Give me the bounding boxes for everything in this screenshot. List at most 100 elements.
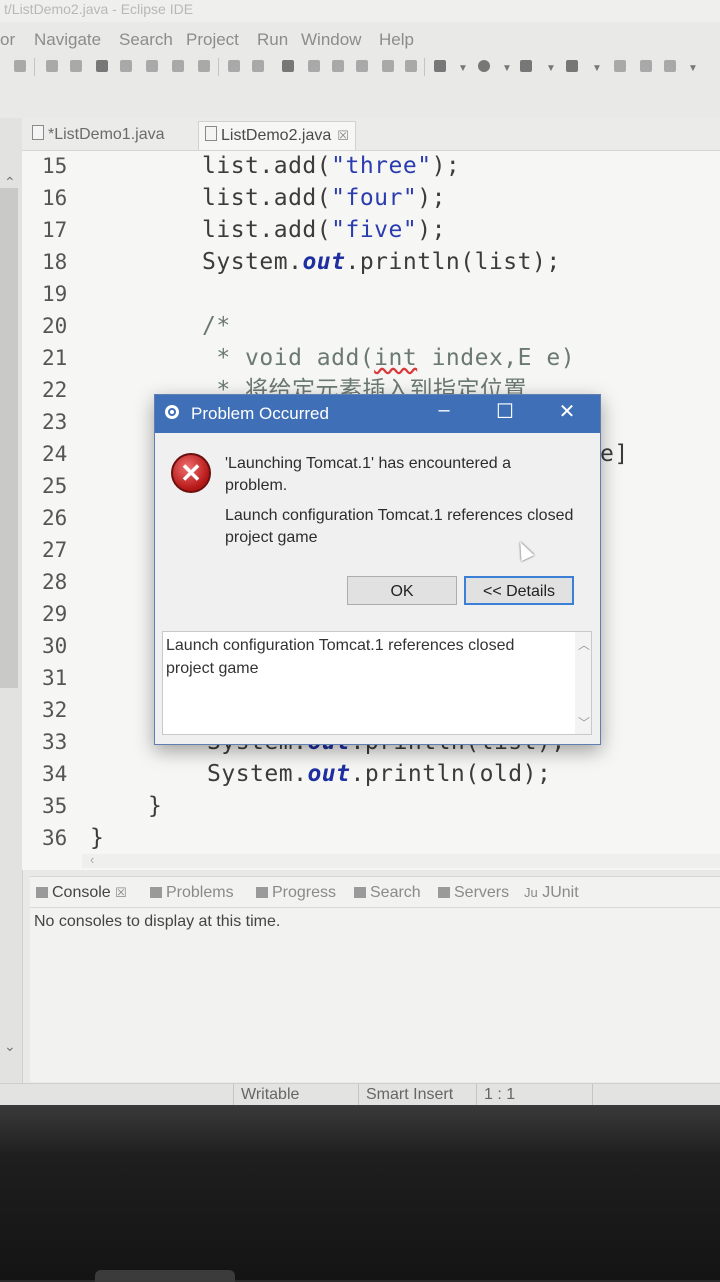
code-token: "five" <box>331 217 418 243</box>
toolbar-tool-icon[interactable] <box>252 60 264 72</box>
code-line[interactable]: * void add(int index,E e) <box>202 345 575 371</box>
dropdown-arrow-icon[interactable]: ▼ <box>502 63 512 74</box>
horizontal-scrollbar[interactable]: ‹ <box>82 852 720 868</box>
search-icon <box>354 887 366 898</box>
toolbar-tool-icon[interactable] <box>382 60 394 72</box>
toolbar-tool-icon[interactable] <box>198 60 210 72</box>
details-text: Launch configuration Tomcat.1 references… <box>166 637 515 677</box>
code-token: System. <box>202 249 303 275</box>
dropdown-arrow-icon[interactable]: ▼ <box>546 63 556 74</box>
details-text-area[interactable]: Launch configuration Tomcat.1 references… <box>162 631 592 735</box>
external-tools-icon[interactable] <box>520 60 532 72</box>
menu-search[interactable]: Search <box>119 30 173 50</box>
dialog-title-bar[interactable]: Problem Occurred – ☐ ✕ <box>155 395 600 433</box>
toolbar-tool-icon[interactable] <box>228 60 240 72</box>
toolbar-tool-icon[interactable] <box>282 60 294 72</box>
tab-listdemo2[interactable]: ListDemo2.java ☒ <box>198 121 356 150</box>
code-token: list.add( <box>202 217 332 243</box>
ok-button[interactable]: OK <box>347 576 457 605</box>
code-line[interactable]: } <box>148 793 162 819</box>
code-token: ); <box>431 153 461 179</box>
toolbar-separator <box>424 58 425 76</box>
tab-listdemo1[interactable]: *ListDemo1.java <box>32 121 165 149</box>
menu-navigate[interactable]: Navigate <box>34 30 101 50</box>
toolbar-tool-icon[interactable] <box>46 60 58 72</box>
progress-icon <box>256 887 268 898</box>
code-line[interactable]: System.out.println(list); <box>202 249 561 275</box>
tab-label: Console <box>52 884 111 901</box>
toolbar-tool-icon[interactable] <box>146 60 158 72</box>
close-icon[interactable]: ✕ <box>553 399 581 424</box>
new-server-icon[interactable] <box>566 60 578 72</box>
line-number: 31 <box>42 666 68 690</box>
tab-servers[interactable]: Servers <box>438 884 509 902</box>
toolbar-tool-icon[interactable] <box>172 60 184 72</box>
minimized-view-bar[interactable] <box>0 188 18 688</box>
menu-window[interactable]: Window <box>301 30 361 50</box>
toolbar-tool-icon[interactable] <box>308 60 320 72</box>
code-line[interactable]: /* <box>202 313 231 339</box>
toolbar-tool-icon[interactable] <box>120 60 132 72</box>
line-number: 33 <box>42 730 68 754</box>
line-number: 23 <box>42 410 68 434</box>
status-insert-mode: Smart Insert <box>366 1086 454 1103</box>
line-number: 17 <box>42 218 68 242</box>
close-icon[interactable]: ☒ <box>115 885 127 900</box>
details-button[interactable]: << Details <box>464 576 574 605</box>
line-number: 25 <box>42 474 68 498</box>
toolbar-tool-icon[interactable] <box>70 60 82 72</box>
code-line[interactable]: list.add("four"); <box>202 185 446 211</box>
tab-label: Search <box>370 884 421 901</box>
code-line-fragment: e] <box>600 441 629 467</box>
status-bar: Writable Smart Insert 1 : 1 <box>0 1083 720 1105</box>
tab-console[interactable]: Console ☒ <box>36 884 127 902</box>
tab-junit[interactable]: Ju JUnit <box>524 884 579 902</box>
minimize-icon[interactable]: – <box>430 399 458 422</box>
run-icon[interactable] <box>478 60 490 72</box>
details-scrollbar[interactable]: ︿ ﹀ <box>575 632 591 734</box>
bezel-edge <box>95 1270 235 1282</box>
line-number: 20 <box>42 314 68 338</box>
toolbar-tool-icon[interactable] <box>664 60 676 72</box>
maximize-icon[interactable]: ☐ <box>491 399 519 424</box>
toolbar-tool-icon[interactable] <box>14 60 26 72</box>
status-cursor-position: 1 : 1 <box>484 1086 516 1103</box>
toolbar-tool-icon[interactable] <box>640 60 652 72</box>
line-number: 16 <box>42 186 68 210</box>
line-number: 24 <box>42 442 68 466</box>
code-token: out <box>302 249 346 275</box>
toolbar-tool-icon[interactable] <box>614 60 626 72</box>
toolbar-tool-icon[interactable] <box>405 60 417 72</box>
code-line[interactable]: list.add("five"); <box>202 217 446 243</box>
close-icon[interactable]: ☒ <box>337 128 349 143</box>
dropdown-arrow-icon[interactable]: ▼ <box>458 63 468 74</box>
tab-problems[interactable]: Problems <box>150 884 234 902</box>
tab-progress[interactable]: Progress <box>256 884 336 902</box>
tab-search[interactable]: Search <box>354 884 421 902</box>
line-number: 28 <box>42 570 68 594</box>
toolbar: ▼ ▼ ▼ ▼ ▼ <box>0 54 720 80</box>
dropdown-arrow-icon[interactable]: ▼ <box>592 63 602 74</box>
dropdown-arrow-icon[interactable]: ▼ <box>688 63 698 74</box>
toolbar-tool-icon[interactable] <box>96 60 108 72</box>
menu-project[interactable]: Project <box>186 30 239 50</box>
menu-help[interactable]: Help <box>379 30 414 50</box>
code-line[interactable]: list.add("three"); <box>202 153 460 179</box>
menu-item[interactable]: or <box>0 30 15 50</box>
code-line[interactable]: System.out.println(old); <box>207 761 551 787</box>
chevron-left-icon[interactable]: ‹ <box>90 852 94 867</box>
debug-icon[interactable] <box>434 60 446 72</box>
code-line[interactable]: } <box>90 825 104 851</box>
chevron-up-icon[interactable]: ⌃ <box>4 174 16 191</box>
toolbar-tool-icon[interactable] <box>356 60 368 72</box>
menu-run[interactable]: Run <box>257 30 288 50</box>
line-number: 26 <box>42 506 68 530</box>
servers-icon <box>438 887 450 898</box>
chevron-down-icon[interactable]: ⌄ <box>4 1038 16 1055</box>
code-token: ); <box>417 185 446 211</box>
editor-tab-bar: *ListDemo1.java ListDemo2.java ☒ <box>22 118 720 151</box>
code-token: } <box>90 825 105 851</box>
toolbar-tool-icon[interactable] <box>332 60 344 72</box>
chevron-up-icon[interactable]: ︿ <box>578 636 590 653</box>
chevron-down-icon[interactable]: ﹀ <box>578 714 590 731</box>
